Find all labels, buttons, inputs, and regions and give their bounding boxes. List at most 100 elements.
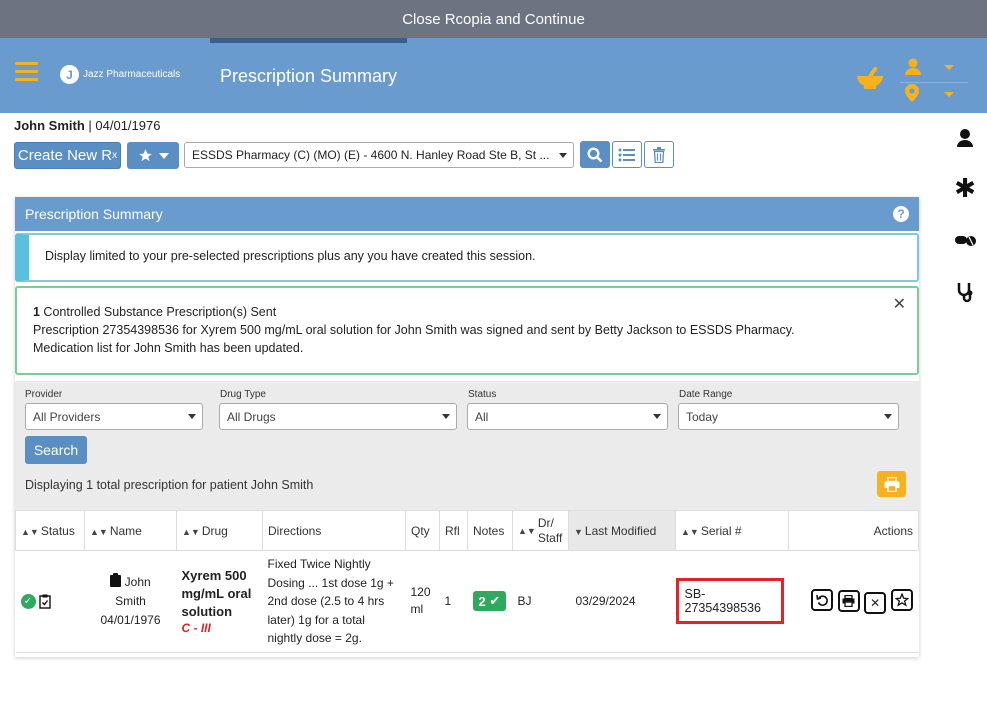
provider-filter-label: Provider (25, 389, 63, 400)
col-qty-header: Qty (405, 510, 440, 551)
col-dr-staff-header[interactable]: ▲▼Dr/Staff (512, 510, 569, 551)
pharmacy-select-chevron-down-icon (559, 153, 567, 158)
col-directions-header: Directions (262, 510, 406, 551)
page-title: Prescription Summary (220, 66, 398, 86)
rail-asterisk-icon[interactable]: ✱ (952, 173, 978, 203)
header-divider (900, 82, 968, 83)
clipboard-icon (110, 572, 122, 587)
filters-section: Provider All Providers Drug Type All Dru… (15, 381, 919, 510)
col-drug-header[interactable]: ▲▼ Drug (176, 510, 263, 551)
drug-type-filter-label: Drug Type (220, 389, 266, 400)
printer-icon (884, 476, 899, 492)
user-account-icon[interactable] (905, 58, 921, 76)
date-range-filter-select[interactable]: Today (678, 403, 899, 430)
print-rx-button[interactable] (837, 589, 860, 612)
cell-actions: ✕ (788, 550, 919, 653)
col-last-modified-header[interactable]: ▼ Last Modified (568, 510, 676, 551)
search-icon (587, 146, 603, 162)
sort-icon: ▲▼ (182, 526, 200, 537)
trash-icon (653, 146, 665, 163)
pharmacy-list-button[interactable] (612, 141, 642, 168)
results-count-text: Displaying 1 total prescription for pati… (25, 478, 314, 492)
chevron-down-icon (442, 414, 450, 419)
success-alert-heading: Controlled Substance Prescription(s) Sen… (39, 305, 277, 319)
brand-logo-text: Jazz Pharmaceuticals (83, 69, 181, 80)
drug-schedule: C - III (181, 621, 211, 636)
status-filter-value: All (475, 410, 489, 424)
success-alert-line2: Prescription 27354398536 for Xyrem 500 m… (33, 323, 795, 337)
cell-last-modified: 03/29/2024 (568, 550, 676, 653)
success-alert-line1: 1 Controlled Substance Prescription(s) S… (33, 303, 917, 321)
pharmacy-select[interactable]: ESSDS Pharmacy (C) (MO) (E) - 4600 N. Ha… (184, 142, 574, 168)
panel-title: Prescription Summary (25, 206, 163, 222)
drug-type-filter-value: All Drugs (227, 410, 276, 424)
close-rcopia-bar[interactable]: Close Rcopia and Continue (0, 0, 987, 38)
mortar-pestle-icon[interactable] (856, 64, 884, 90)
cell-serial: SB-27354398536 (675, 550, 789, 653)
drug-type-filter-select[interactable]: All Drugs (219, 403, 457, 430)
create-new-rx-subscript: x (112, 150, 118, 161)
success-alert-line3: Medication list for John Smith has been … (33, 341, 304, 355)
hamburger-menu-icon[interactable] (15, 62, 38, 82)
chevron-down-icon (188, 414, 196, 419)
col-notes-header: Notes (467, 510, 513, 551)
close-icon[interactable]: ✕ (893, 296, 906, 314)
create-new-rx-label: Create New R (17, 147, 113, 164)
location-menu-chevron-down-icon[interactable] (944, 92, 954, 97)
pharmacy-delete-button[interactable] (644, 141, 674, 168)
pharmacy-search-button[interactable] (580, 141, 610, 168)
rail-stethoscope-icon[interactable] (952, 279, 978, 305)
status-filter-label: Status (468, 389, 497, 400)
col-status-header[interactable]: ▲▼ Status (15, 510, 85, 551)
clipboard-check-icon (39, 594, 51, 609)
renew-button[interactable] (811, 589, 834, 612)
create-new-rx-button[interactable]: Create New Rx (14, 142, 121, 169)
search-button[interactable]: Search (25, 436, 87, 464)
rail-patient-icon[interactable] (952, 125, 978, 151)
prescription-summary-panel: Prescription Summary ? Display limited t… (15, 197, 919, 657)
chevron-down-icon (158, 152, 169, 159)
table-row: ✓ John Smith 04/01/1976 Xyrem 500 mg/mL … (15, 550, 919, 653)
user-menu-chevron-down-icon[interactable] (944, 65, 954, 70)
brand-logo-mark-icon: J (60, 65, 79, 84)
patient-name: John Smith (14, 118, 85, 133)
help-icon[interactable]: ? (893, 206, 909, 222)
app-header: J Jazz Pharmaceuticals Prescription Summ… (0, 38, 987, 113)
x-icon: ✕ (870, 595, 881, 610)
patient-info: John Smith | 04/01/1976 (14, 118, 160, 133)
patient-dob: | 04/01/1976 (88, 118, 161, 133)
status-success-icon: ✓ (20, 593, 36, 609)
star-icon (138, 149, 152, 162)
list-icon (618, 148, 635, 161)
chevron-down-icon (653, 414, 661, 419)
favorite-rx-button[interactable] (890, 588, 913, 611)
print-button[interactable] (877, 471, 906, 497)
col-name-header[interactable]: ▲▼ Name (84, 510, 177, 551)
status-filter-select[interactable]: All (467, 403, 668, 430)
sort-icon: ▲▼ (681, 526, 699, 537)
sort-desc-icon: ▼ (574, 526, 583, 537)
date-range-filter-label: Date Range (679, 389, 733, 400)
provider-filter-select[interactable]: All Providers (25, 403, 203, 430)
brand-logo: J Jazz Pharmaceuticals (60, 65, 180, 84)
serial-number-highlight: SB-27354398536 (675, 578, 784, 625)
col-actions-header: Actions (788, 510, 919, 551)
cell-drug[interactable]: Xyrem 500 mg/mL oral solution C - III (176, 550, 263, 653)
active-tab-indicator (210, 38, 407, 43)
sort-icon: ▲▼ (90, 526, 108, 537)
favorites-dropdown-button[interactable] (127, 142, 179, 169)
success-alert: 1 Controlled Substance Prescription(s) S… (15, 286, 919, 375)
col-serial-header[interactable]: ▲▼ Serial # (675, 510, 789, 551)
location-pin-icon[interactable] (905, 84, 919, 102)
chevron-down-icon (884, 414, 892, 419)
panel-header: Prescription Summary ? (15, 197, 919, 231)
rail-pills-icon[interactable] (952, 227, 978, 253)
pharmacy-select-value: ESSDS Pharmacy (C) (MO) (E) - 4600 N. Ha… (192, 148, 550, 162)
notes-badge[interactable]: 2 ✔ (472, 591, 507, 612)
cancel-rx-button[interactable]: ✕ (864, 591, 887, 614)
cell-name[interactable]: John Smith 04/01/1976 (84, 550, 177, 653)
cell-directions: Fixed Twice Nightly Dosing ... 1st dose … (262, 550, 406, 653)
cell-status: ✓ (15, 550, 85, 653)
prescriptions-table: ▲▼ Status ▲▼ Name ▲▼ Drug Directions Qty Rf… (15, 510, 919, 653)
checkmark-icon: ✔ (489, 593, 501, 609)
